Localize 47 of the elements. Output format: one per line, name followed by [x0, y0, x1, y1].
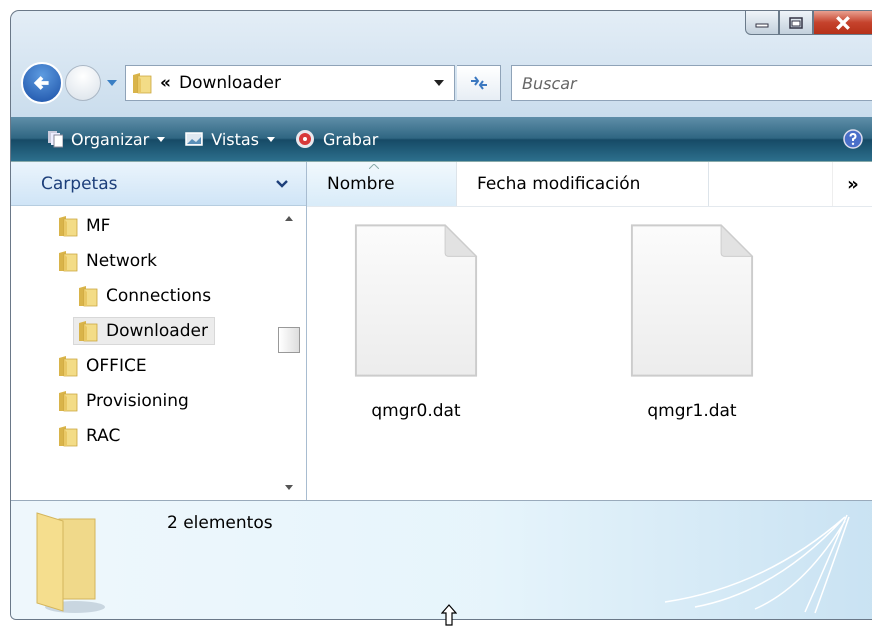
picture-frame-icon: [185, 132, 204, 146]
folder-tree-item[interactable]: OFFICE: [53, 352, 154, 380]
folder-tree-item[interactable]: MF: [53, 212, 118, 240]
help-button[interactable]: [843, 129, 863, 149]
folder-icon: [78, 284, 98, 306]
folder-icon: [58, 424, 78, 446]
refresh-icon: [468, 75, 488, 91]
toolbar-button[interactable]: Vistas: [179, 126, 282, 152]
disc-icon: [295, 129, 316, 149]
history-dropdown-icon[interactable]: [107, 79, 117, 87]
close-icon: [835, 16, 851, 30]
file-name[interactable]: qmgr0.dat: [371, 401, 461, 421]
maximize-button[interactable]: [779, 11, 813, 35]
folders-pane-header[interactable]: Carpetas: [11, 162, 306, 206]
breadcrumb-overflow[interactable]: «: [160, 73, 171, 93]
folder-icon: [78, 320, 98, 342]
folder-tree-item[interactable]: Provisioning: [53, 386, 196, 414]
toolbar-button[interactable]: Grabar: [289, 125, 384, 153]
resize-arrow-icon: [441, 604, 457, 626]
folder-icon: [58, 214, 78, 236]
minimize-button[interactable]: [745, 11, 779, 35]
folder-icon: [58, 250, 78, 272]
folder-icon: [132, 72, 152, 94]
back-button[interactable]: [21, 62, 63, 104]
folder-tree-item[interactable]: Connections: [73, 282, 218, 310]
pages-icon: [47, 130, 63, 148]
scrollbar-thumb[interactable]: [278, 327, 300, 353]
chevron-down-icon: [276, 180, 288, 188]
file-name[interactable]: qmgr1.dat: [647, 401, 737, 421]
column-header[interactable]: Nombre: [307, 162, 457, 206]
close-button[interactable]: [813, 11, 872, 35]
address-path[interactable]: Downloader: [178, 73, 426, 93]
folder-icon: [58, 354, 78, 376]
address-bar[interactable]: « Downloader: [125, 65, 455, 101]
search-field[interactable]: Buscar: [511, 65, 872, 101]
item-count: 2 elementos: [167, 513, 273, 533]
folder-tree-item[interactable]: Network: [53, 246, 164, 274]
refresh-button[interactable]: [457, 65, 501, 101]
scroll-down-icon[interactable]: [285, 485, 293, 490]
folder-icon: [58, 390, 78, 412]
folder-tree-item[interactable]: RAC: [53, 422, 128, 450]
help-icon: [843, 129, 863, 149]
maximize-icon: [789, 16, 803, 28]
folder-tree-item[interactable]: Downloader: [73, 316, 215, 344]
toolbar-button[interactable]: Organizar: [41, 126, 172, 152]
dropdown-arrow-icon[interactable]: [434, 80, 444, 86]
scroll-up-icon[interactable]: [285, 216, 293, 221]
